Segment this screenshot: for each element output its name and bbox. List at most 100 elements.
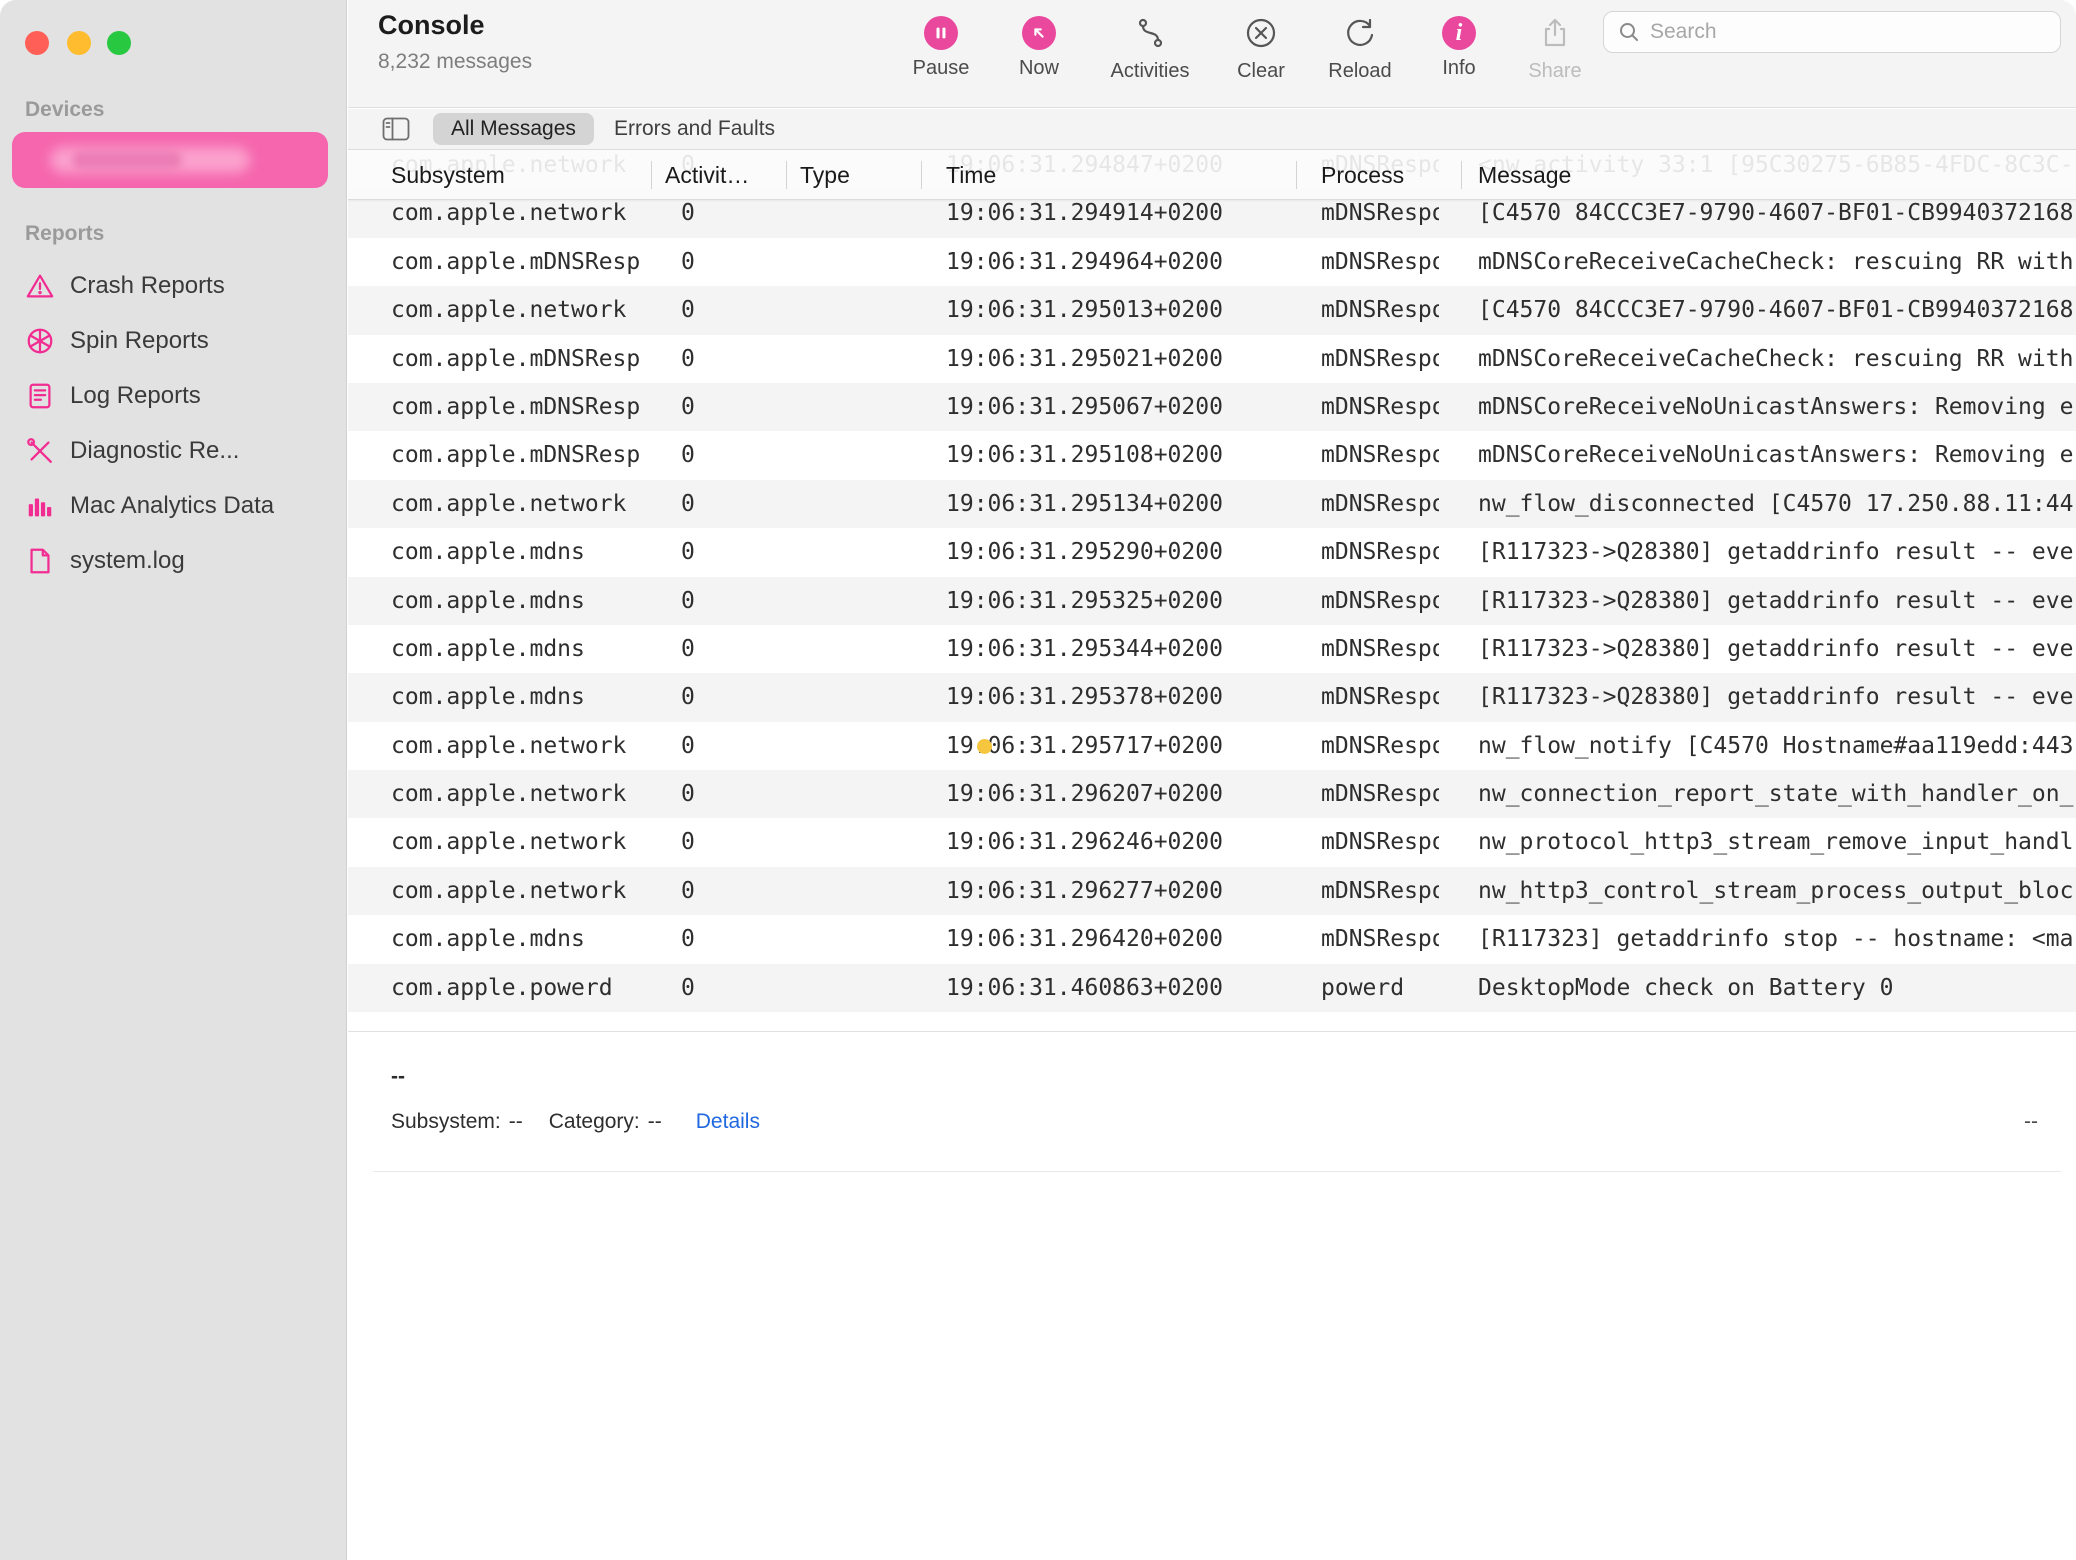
- sidebar-item-diagnostic-reports[interactable]: Diagnostic Re...: [0, 423, 347, 478]
- cell-activity: 0: [681, 577, 776, 625]
- cell-message: mDNSCoreReceiveCacheCheck: rescuing RR w…: [1478, 238, 2076, 286]
- activities-button[interactable]: Activities: [1098, 14, 1202, 83]
- pause-button[interactable]: Pause: [889, 14, 993, 80]
- redacted-device-name-smudge: [72, 152, 182, 168]
- cell-message: mDNSCoreReceiveCacheCheck: rescuing RR w…: [1478, 335, 2076, 383]
- zoom-window-button[interactable]: [107, 31, 131, 55]
- cell-subsystem: com.apple.mDNSResp: [391, 383, 641, 431]
- column-divider[interactable]: [921, 161, 922, 189]
- table-row[interactable]: com.apple.mdns019:06:31.295344+0200mDNSR…: [348, 625, 2076, 673]
- cell-type: [921, 722, 1056, 770]
- cell-subsystem: com.apple.mdns: [391, 915, 641, 963]
- cell-message: mDNSCoreReceiveNoUnicastAnswers: Removin…: [1478, 431, 2076, 479]
- cell-activity: 0: [681, 528, 776, 576]
- cell-activity: 0: [681, 480, 776, 528]
- cell-process: mDNSRespo: [1321, 431, 1439, 479]
- table-row[interactable]: com.apple.network019:06:31.295717+0200mD…: [348, 722, 2076, 770]
- cell-activity: 0: [681, 818, 776, 866]
- table-row[interactable]: com.apple.mdns019:06:31.295290+0200mDNSR…: [348, 528, 2076, 576]
- cell-process: mDNSRespo: [1321, 528, 1439, 576]
- column-divider[interactable]: [1461, 161, 1462, 189]
- now-button[interactable]: Now: [987, 14, 1091, 80]
- page-title: Console: [378, 10, 485, 41]
- detail-title: --: [391, 1065, 405, 1089]
- detail-meta-line: Subsystem:--Category:--Details: [391, 1110, 760, 1134]
- info-button[interactable]: i Info: [1407, 14, 1511, 80]
- cell-activity: 0: [681, 770, 776, 818]
- details-link[interactable]: Details: [696, 1110, 760, 1133]
- table-row[interactable]: com.apple.powerd019:06:31.460863+0200pow…: [348, 964, 2076, 1012]
- cell-message: mDNSCoreReceiveNoUnicastAnswers: Removin…: [1478, 383, 2076, 431]
- sidebar-item-spin-reports[interactable]: Spin Reports: [0, 313, 347, 368]
- close-window-button[interactable]: [25, 31, 49, 55]
- table-row[interactable]: com.apple.network019:06:31.296207+0200mD…: [348, 770, 2076, 818]
- cell-type: [921, 625, 1056, 673]
- cell-message: nw_connection_report_state_with_handler_…: [1478, 770, 2076, 818]
- content-area: Console 8,232 messages Pause Now: [348, 0, 2076, 1560]
- cell-type: [921, 286, 1056, 334]
- tab-all-messages[interactable]: All Messages: [433, 113, 594, 145]
- tab-errors-and-faults[interactable]: Errors and Faults: [614, 113, 775, 145]
- cell-type: [921, 431, 1056, 479]
- detail-pane: -- Subsystem:--Category:--Details --: [348, 1031, 2076, 1560]
- clear-button[interactable]: Clear: [1209, 14, 1313, 83]
- log-document-icon: [25, 381, 55, 411]
- column-header-time[interactable]: Time: [946, 150, 996, 200]
- sidebar-item-log-reports[interactable]: Log Reports: [0, 368, 347, 423]
- table-row[interactable]: com.apple.network019:06:31.296246+0200mD…: [348, 818, 2076, 866]
- cell-subsystem: com.apple.network: [391, 818, 641, 866]
- column-header-activity[interactable]: Activit…: [665, 150, 749, 200]
- column-header-type[interactable]: Type: [800, 150, 850, 200]
- column-header-message[interactable]: Message: [1478, 150, 1571, 200]
- sidebar-item-device-selected[interactable]: [12, 132, 328, 188]
- table-row[interactable]: com.apple.network019:06:31.296277+0200mD…: [348, 867, 2076, 915]
- table-row[interactable]: com.apple.mDNSResp019:06:31.295108+0200m…: [348, 431, 2076, 479]
- page-icon: [25, 546, 55, 576]
- sidebar-item-system-log[interactable]: system.log: [0, 533, 347, 588]
- cell-subsystem: com.apple.network: [391, 867, 641, 915]
- share-icon: [1536, 14, 1574, 52]
- detail-divider: [373, 1171, 2061, 1172]
- table-row[interactable]: com.apple.mDNSResp019:06:31.294964+0200m…: [348, 238, 2076, 286]
- column-divider[interactable]: [651, 161, 652, 189]
- sidebar-toggle-icon[interactable]: [382, 117, 410, 141]
- cell-subsystem: com.apple.mDNSResp: [391, 431, 641, 479]
- cell-process: mDNSRespo: [1321, 818, 1439, 866]
- table-row[interactable]: com.apple.network019:06:31.295013+0200mD…: [348, 286, 2076, 334]
- table-row[interactable]: com.apple.mDNSResp019:06:31.295021+0200m…: [348, 335, 2076, 383]
- search-field[interactable]: [1603, 11, 2061, 53]
- table-row[interactable]: com.apple.mDNSResp019:06:31.295067+0200m…: [348, 383, 2076, 431]
- cell-subsystem: com.apple.network: [391, 480, 641, 528]
- column-header-subsystem[interactable]: Subsystem: [391, 150, 505, 200]
- minimize-window-button[interactable]: [67, 31, 91, 55]
- column-divider[interactable]: [1296, 161, 1297, 189]
- cell-activity: 0: [681, 238, 776, 286]
- sidebar-item-mac-analytics-data[interactable]: Mac Analytics Data: [0, 478, 347, 533]
- table-row[interactable]: com.apple.mdns019:06:31.296420+0200mDNSR…: [348, 915, 2076, 963]
- filter-bar: All Messages Errors and Faults: [348, 109, 2076, 150]
- cell-activity: 0: [681, 383, 776, 431]
- table-row[interactable]: com.apple.mdns019:06:31.295325+0200mDNSR…: [348, 577, 2076, 625]
- column-header-process[interactable]: Process: [1321, 150, 1404, 200]
- cell-type: [921, 238, 1056, 286]
- clear-circle-x-icon: [1242, 14, 1280, 52]
- cell-process: mDNSRespo: [1321, 625, 1439, 673]
- cell-message: [R117323->Q28380] getaddrinfo result -- …: [1478, 673, 2076, 721]
- table-row[interactable]: com.apple.mdns019:06:31.295378+0200mDNSR…: [348, 673, 2076, 721]
- table-header: Subsystem Activit… Type Time Process Mes…: [348, 150, 2076, 200]
- reload-icon: [1341, 14, 1379, 52]
- search-input[interactable]: [1650, 20, 2046, 44]
- cell-process: mDNSRespo: [1321, 915, 1439, 963]
- column-divider[interactable]: [786, 161, 787, 189]
- cell-message: [R117323] getaddrinfo stop -- hostname: …: [1478, 915, 2076, 963]
- sidebar-item-crash-reports[interactable]: Crash Reports: [0, 258, 347, 313]
- cell-message: DesktopMode check on Battery 0: [1478, 964, 2076, 1012]
- cell-process: mDNSRespo: [1321, 286, 1439, 334]
- cell-process: mDNSRespo: [1321, 238, 1439, 286]
- cell-subsystem: com.apple.mdns: [391, 625, 641, 673]
- share-button[interactable]: Share: [1503, 14, 1607, 83]
- reload-button[interactable]: Reload: [1308, 14, 1412, 83]
- pause-icon: [924, 16, 958, 50]
- table-row[interactable]: com.apple.network019:06:31.295134+0200mD…: [348, 480, 2076, 528]
- cell-process: powerd: [1321, 964, 1439, 1012]
